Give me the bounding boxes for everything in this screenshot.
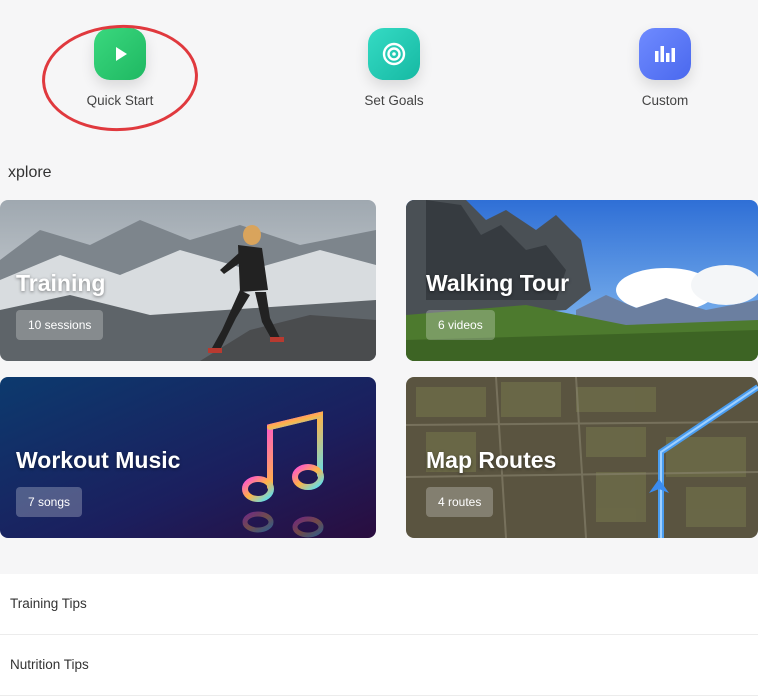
training-tips-item[interactable]: Training Tips [0, 574, 758, 635]
training-card[interactable]: Training 10 sessions [0, 200, 376, 361]
walking-tour-card[interactable]: Walking Tour 6 videos [406, 200, 758, 361]
training-title: Training [16, 270, 106, 296]
training-badge: 10 sessions [16, 310, 104, 340]
map-routes-title: Map Routes [426, 447, 557, 473]
target-icon [368, 28, 420, 80]
custom-label: Custom [641, 93, 689, 108]
play-icon [94, 28, 146, 80]
quick-actions-row: Quick Start Set Goals Custom [0, 10, 758, 125]
quick-start-button[interactable]: Quick Start [60, 28, 180, 108]
map-routes-badge: 4 routes [426, 487, 494, 517]
walking-tour-badge: 6 videos [426, 310, 495, 340]
map-routes-card[interactable]: Map Routes 4 routes [406, 377, 758, 538]
custom-button[interactable]: Custom [605, 28, 725, 108]
explore-section-title: xplore [8, 164, 52, 181]
workout-music-badge: 7 songs [16, 487, 83, 517]
workout-music-title: Workout Music [16, 447, 181, 473]
workout-music-card[interactable]: Workout Music 7 songs [0, 377, 376, 538]
set-goals-button[interactable]: Set Goals [334, 28, 454, 108]
set-goals-label: Set Goals [364, 93, 424, 108]
walking-tour-title: Walking Tour [426, 270, 570, 296]
quick-start-label: Quick Start [86, 93, 154, 108]
bars-icon [639, 28, 691, 80]
nutrition-tips-item[interactable]: Nutrition Tips [0, 635, 758, 696]
tips-list: Training Tips Nutrition Tips [0, 574, 758, 696]
